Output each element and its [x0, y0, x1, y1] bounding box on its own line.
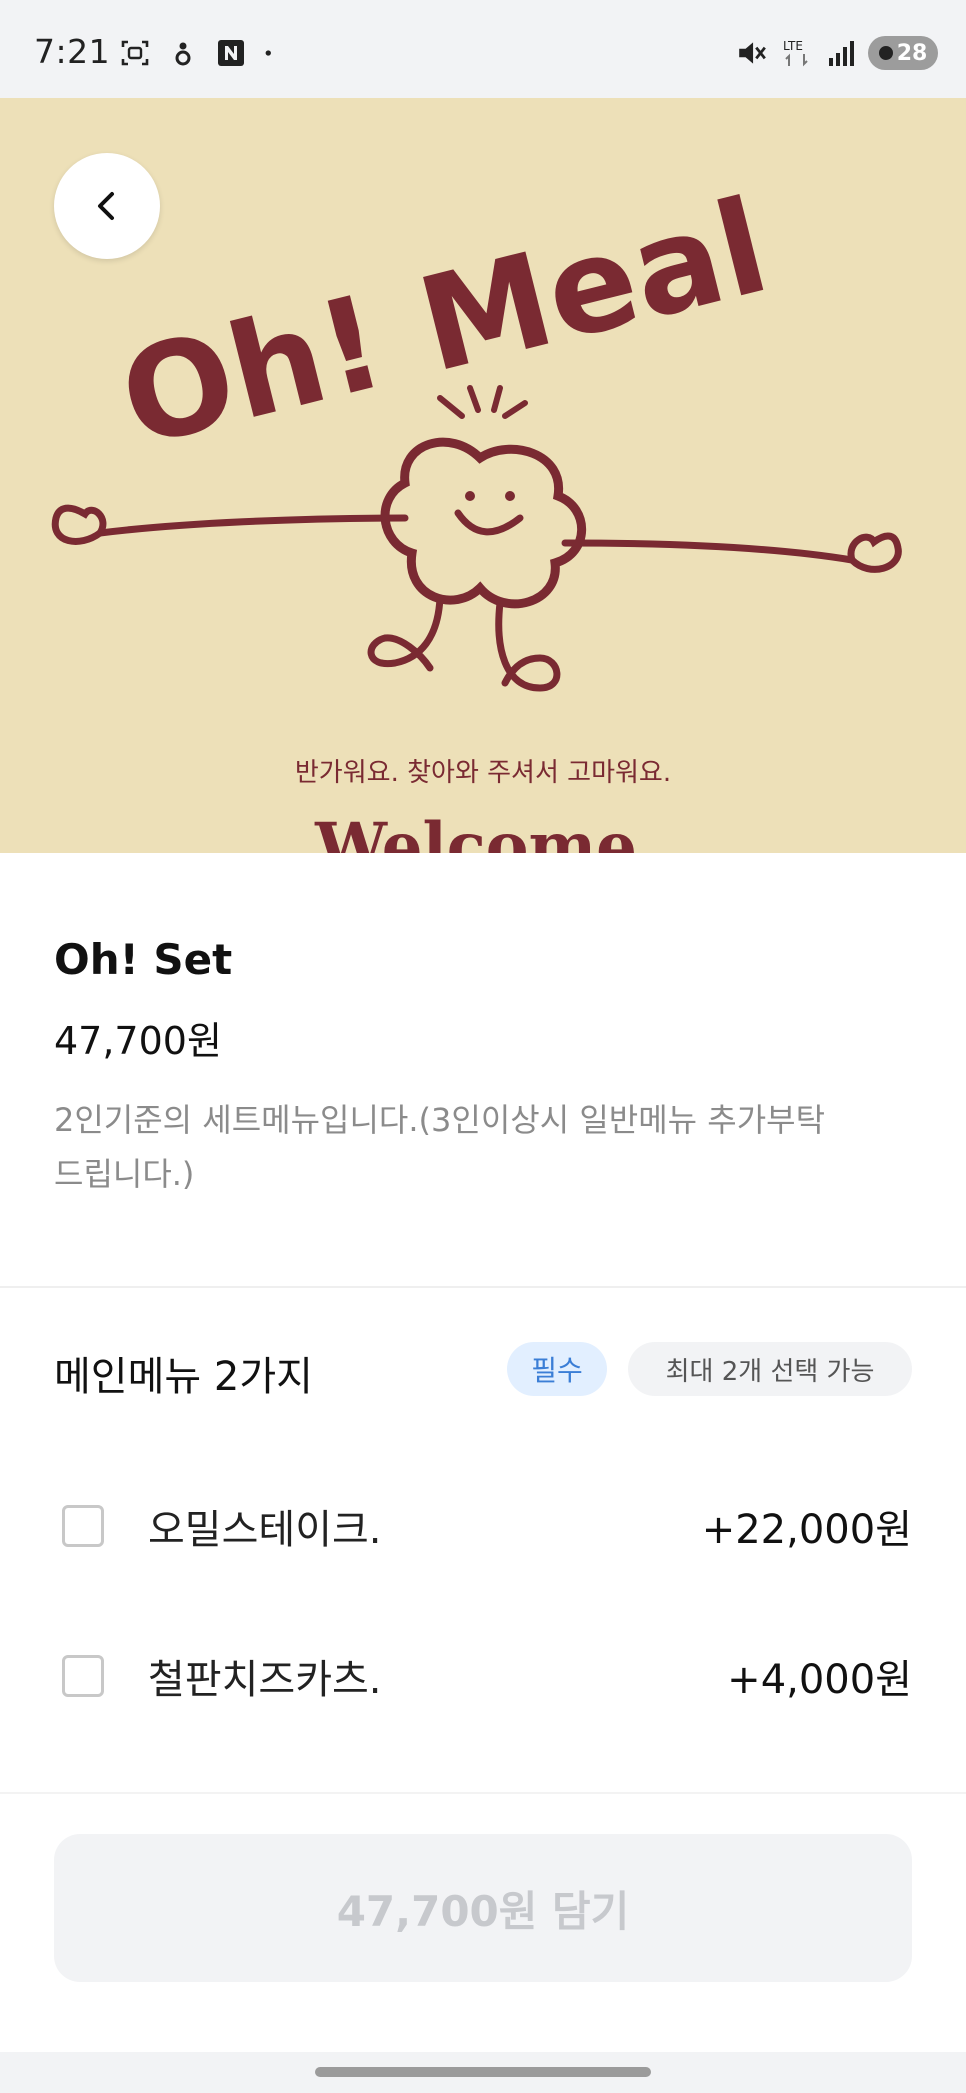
option-price: +4,000원 [727, 1657, 912, 1703]
product-description-line2: 드립니다.) [54, 1155, 195, 1193]
status-time: 7:21 [34, 32, 111, 71]
home-indicator[interactable] [315, 2067, 651, 2077]
option-group-title: 메인메뉴 2가지 [54, 1354, 313, 1400]
option-row-oh-meal-steak[interactable]: 오밀스테이크. +22,000원 [54, 1481, 912, 1571]
required-badge: 필수 [507, 1342, 607, 1396]
product-description-line1: 2인기준의 세트메뉴입니다.(3인이상시 일반메뉴 추가부탁 [54, 1101, 826, 1139]
signal-icon [829, 41, 854, 66]
option-checkbox[interactable] [62, 1505, 104, 1547]
product-info: Oh! Set 47,700원 2인기준의 세트메뉴입니다.(3인이상시 일반메… [54, 935, 914, 1201]
dot-icon [265, 50, 271, 56]
option-label: 철판치즈카츠. [148, 1657, 382, 1703]
max-selection-badge: 최대 2개 선택 가능 [628, 1342, 912, 1396]
hero-welcome: Welcome [314, 809, 637, 853]
option-row-cheese-katsu[interactable]: 철판치즈카츠. +4,000원 [54, 1631, 912, 1721]
svg-text:LTE: LTE [783, 39, 803, 53]
footer-divider [0, 1792, 966, 1794]
battery-icon: 28 [868, 36, 938, 70]
product-description: 2인기준의 세트메뉴입니다.(3인이상시 일반메뉴 추가부탁 드립니다.) [54, 1093, 914, 1201]
mascot-head [380, 437, 587, 609]
status-icons-left [120, 38, 280, 68]
battery-level: 28 [896, 40, 928, 66]
product-name: Oh! Set [54, 935, 233, 984]
screenshot-icon [121, 40, 149, 66]
status-bar: 7:21 LTE 28 [0, 0, 966, 98]
back-button[interactable] [54, 153, 160, 259]
add-to-cart-button[interactable]: 47,700원 담기 [54, 1834, 912, 1982]
option-label: 오밀스테이크. [148, 1507, 382, 1553]
naver-icon [218, 40, 244, 66]
product-price: 47,700원 [54, 1019, 222, 1063]
section-divider [0, 1286, 966, 1288]
option-price: +22,000원 [701, 1507, 912, 1553]
mute-icon [739, 42, 766, 64]
option-checkbox[interactable] [62, 1655, 104, 1697]
hero-greeting: 반가워요. 찾아와 주셔서 고마워요. [295, 758, 671, 788]
logo-oh: Oh! Meal [107, 170, 782, 477]
lte-icon: LTE [783, 39, 808, 67]
status-icons-right: LTE 28 [736, 36, 938, 70]
chevron-left-icon [98, 192, 114, 220]
clover-icon [175, 42, 191, 66]
